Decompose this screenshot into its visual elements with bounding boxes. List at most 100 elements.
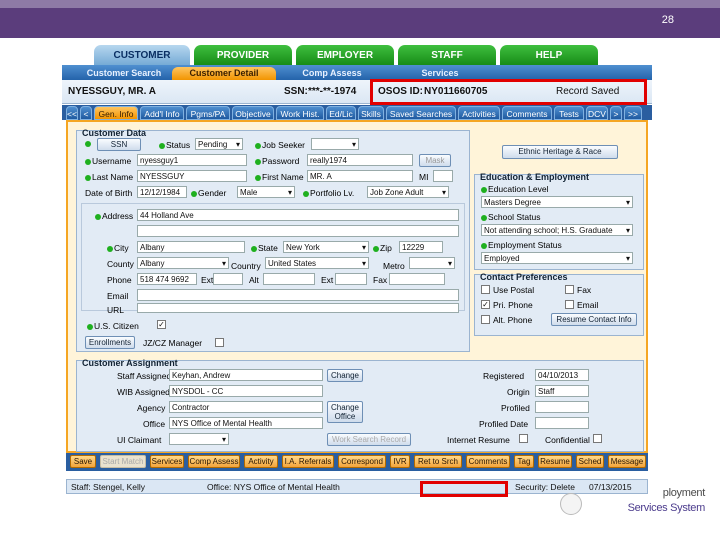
gender-select[interactable]: Male xyxy=(237,186,295,198)
tab-saved-searches[interactable]: Saved Searches xyxy=(386,106,456,120)
job-seeker-select[interactable] xyxy=(311,138,359,150)
change-office-button[interactable]: Change Office xyxy=(327,401,363,423)
correspond-button[interactable]: Correspond xyxy=(338,455,386,468)
tab-employer[interactable]: EMPLOYER xyxy=(296,45,394,65)
tab-customer-detail[interactable]: Customer Detail xyxy=(172,67,276,80)
dob-input[interactable]: 12/12/1984 xyxy=(137,186,187,198)
country-select[interactable]: United States xyxy=(265,257,369,269)
save-button[interactable]: Save xyxy=(70,455,96,468)
start-match-button[interactable]: Start Match xyxy=(100,455,146,468)
password-input[interactable]: really1974 xyxy=(307,154,413,166)
address-label: Address xyxy=(95,211,133,221)
resume-button[interactable]: Resume xyxy=(538,455,572,468)
alt-phone-input[interactable] xyxy=(263,273,315,285)
school-status-select[interactable]: Not attending school; H.S. Graduate xyxy=(481,224,633,236)
phone-label: Phone xyxy=(107,275,132,285)
tab-prev[interactable]: < xyxy=(80,106,92,120)
tab-ed-lic[interactable]: Ed/Lic xyxy=(326,106,356,120)
ia-referrals-button[interactable]: I.A. Referrals xyxy=(282,455,334,468)
fax-pref-label: Fax xyxy=(577,285,592,295)
tab-dcv[interactable]: DCV xyxy=(586,106,608,120)
work-search-record-button[interactable]: Work Search Record xyxy=(327,433,411,446)
tab-objective[interactable]: Objective xyxy=(232,106,274,120)
us-citizen-checkbox[interactable]: ✓ xyxy=(157,320,166,329)
address-input-2[interactable] xyxy=(137,225,459,237)
ssn-button[interactable]: SSN xyxy=(97,138,141,151)
tab-comp-assess[interactable]: Comp Assess xyxy=(290,67,374,80)
agency-label: Agency xyxy=(137,403,166,413)
employment-status-label: Employment Status xyxy=(481,240,562,250)
wib-assigned-value: NYSDOL - CC xyxy=(169,385,323,397)
ssn-value: ***-**-1974 xyxy=(308,86,357,97)
change-staff-button[interactable]: Change xyxy=(327,369,363,382)
tab-help[interactable]: HELP xyxy=(500,45,598,65)
fax-pref-checkbox[interactable] xyxy=(565,285,574,294)
alt-ext-input[interactable] xyxy=(335,273,367,285)
tab-addl-info[interactable]: Add'l Info xyxy=(140,106,184,120)
tab-staff[interactable]: STAFF xyxy=(398,45,496,65)
alt-phone-checkbox[interactable] xyxy=(481,315,490,324)
education-level-select[interactable]: Masters Degree xyxy=(481,196,633,208)
mask-button[interactable]: Mask xyxy=(419,154,451,167)
confidential-checkbox[interactable] xyxy=(593,434,602,443)
password-label: Password xyxy=(255,156,299,166)
registered-value: 04/10/2013 xyxy=(535,369,589,381)
tab-activities[interactable]: Activities xyxy=(458,106,500,120)
address-input-1[interactable]: 44 Holland Ave xyxy=(137,209,459,221)
pri-phone-label: Pri. Phone xyxy=(493,300,533,310)
tab-tests[interactable]: Tests xyxy=(554,106,584,120)
sched-button[interactable]: Sched xyxy=(576,455,604,468)
tab-customer[interactable]: CUSTOMER xyxy=(94,45,190,67)
message-button[interactable]: Message xyxy=(608,455,646,468)
tab-first[interactable]: << xyxy=(66,106,78,120)
email-input[interactable] xyxy=(137,289,459,301)
tag-button[interactable]: Tag xyxy=(514,455,534,468)
use-postal-checkbox[interactable] xyxy=(481,285,490,294)
username-input[interactable]: nyessguy1 xyxy=(137,154,247,166)
ui-claimant-select[interactable] xyxy=(169,433,229,445)
city-label: City xyxy=(107,243,129,253)
fax-input[interactable] xyxy=(389,273,445,285)
jzcz-manager-checkbox[interactable] xyxy=(215,338,224,347)
logo-line-2: Services System xyxy=(627,502,706,514)
alt-ext-label: Ext xyxy=(321,275,334,285)
county-select[interactable]: Albany xyxy=(137,257,229,269)
email-pref-checkbox[interactable] xyxy=(565,300,574,309)
zip-label: Zip xyxy=(373,243,392,253)
services-button[interactable]: Services xyxy=(150,455,184,468)
enrollments-button[interactable]: Enrollments xyxy=(85,336,135,349)
tab-pgms-pa[interactable]: Pgms/PA xyxy=(186,106,230,120)
last-name-input[interactable]: NYESSGUY xyxy=(137,170,247,182)
state-select[interactable]: New York xyxy=(283,241,369,253)
tab-provider[interactable]: PROVIDER xyxy=(194,45,292,65)
portfolio-select[interactable]: Job Zone Adult xyxy=(367,186,449,198)
activity-button[interactable]: Activity xyxy=(244,455,278,468)
education-section: Education & Employment Education Level M… xyxy=(474,172,644,270)
zip-input[interactable]: 12229 xyxy=(399,241,443,253)
tab-gen-info[interactable]: Gen. Info xyxy=(94,106,138,120)
ext-input[interactable] xyxy=(213,273,243,285)
tab-customer-search[interactable]: Customer Search xyxy=(70,67,178,80)
city-input[interactable]: Albany xyxy=(137,241,245,253)
comments-button[interactable]: Comments xyxy=(466,455,510,468)
phone-input[interactable]: 518 474 9692 xyxy=(137,273,197,285)
ethnic-heritage-button[interactable]: Ethnic Heritage & Race xyxy=(502,145,618,159)
mi-input[interactable] xyxy=(433,170,453,182)
ivr-button[interactable]: IVR xyxy=(390,455,410,468)
metro-select[interactable] xyxy=(409,257,455,269)
url-input[interactable] xyxy=(137,303,459,313)
tab-work-hist[interactable]: Work Hist. xyxy=(276,106,324,120)
tab-comments[interactable]: Comments xyxy=(502,106,552,120)
tab-last[interactable]: >> xyxy=(624,106,642,120)
tab-next[interactable]: > xyxy=(610,106,622,120)
pri-phone-checkbox[interactable]: ✓ xyxy=(481,300,490,309)
status-select[interactable]: Pending xyxy=(195,138,243,150)
ret-to-srch-button[interactable]: Ret to Srch xyxy=(414,455,462,468)
first-name-input[interactable]: MR. A xyxy=(307,170,413,182)
resume-contact-info-button[interactable]: Resume Contact Info xyxy=(551,313,637,326)
tab-skills[interactable]: Skills xyxy=(358,106,384,120)
internet-resume-checkbox[interactable] xyxy=(519,434,528,443)
comp-assess-button[interactable]: Comp Assess xyxy=(188,455,240,468)
customer-assignment-section: Customer Assignment Staff Assigned Keyha… xyxy=(76,358,644,452)
employment-status-select[interactable]: Employed xyxy=(481,252,633,264)
